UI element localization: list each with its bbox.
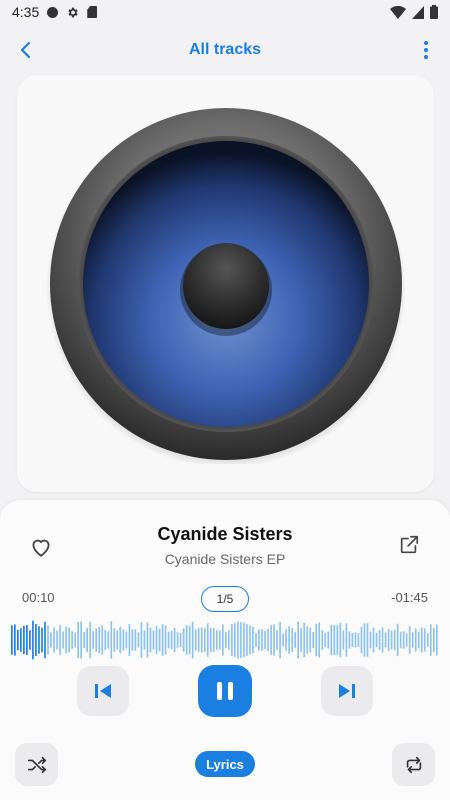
settings-icon xyxy=(68,7,78,17)
queue-position-badge[interactable]: 1/5 xyxy=(201,586,249,612)
pause-button[interactable] xyxy=(198,665,252,717)
page-title: All tracks xyxy=(188,41,262,58)
status-bar: 4:35 xyxy=(0,0,450,24)
app-bar: All tracks xyxy=(0,30,450,70)
remaining-time: -01:45 xyxy=(391,590,428,605)
share-external-icon[interactable] xyxy=(398,534,420,556)
previous-track-button[interactable] xyxy=(77,666,129,716)
status-time: 4:35 xyxy=(12,4,40,20)
back-arrow-icon[interactable] xyxy=(14,38,38,62)
pause-icon xyxy=(217,682,233,700)
waveform-seekbar[interactable] xyxy=(11,618,439,662)
record-icon xyxy=(47,6,59,18)
track-album: Cyanide Sisters EP xyxy=(164,551,286,567)
lyrics-button[interactable]: Lyrics xyxy=(195,751,255,777)
shuffle-icon xyxy=(27,756,46,773)
skip-next-icon xyxy=(339,684,355,698)
speaker-dust-cap xyxy=(182,242,269,329)
track-title: Cyanide Sisters xyxy=(157,524,293,544)
battery-icon xyxy=(430,5,438,19)
wifi-icon xyxy=(390,5,406,19)
status-notification-icons xyxy=(47,6,98,19)
speaker-artwork xyxy=(45,107,406,464)
status-system-icons xyxy=(390,5,438,19)
shuffle-button[interactable] xyxy=(15,743,58,786)
repeat-icon xyxy=(406,756,421,773)
skip-previous-icon xyxy=(95,684,111,698)
elapsed-time: 00:10 xyxy=(22,590,55,605)
signal-icon xyxy=(412,5,424,19)
repeat-button[interactable] xyxy=(392,743,435,786)
album-art-card xyxy=(17,75,434,492)
player-panel: Cyanide Sisters Cyanide Sisters EP 00:10… xyxy=(0,500,450,800)
more-options-icon[interactable] xyxy=(414,38,438,62)
sd-card-icon xyxy=(87,6,98,18)
next-track-button[interactable] xyxy=(321,666,373,716)
